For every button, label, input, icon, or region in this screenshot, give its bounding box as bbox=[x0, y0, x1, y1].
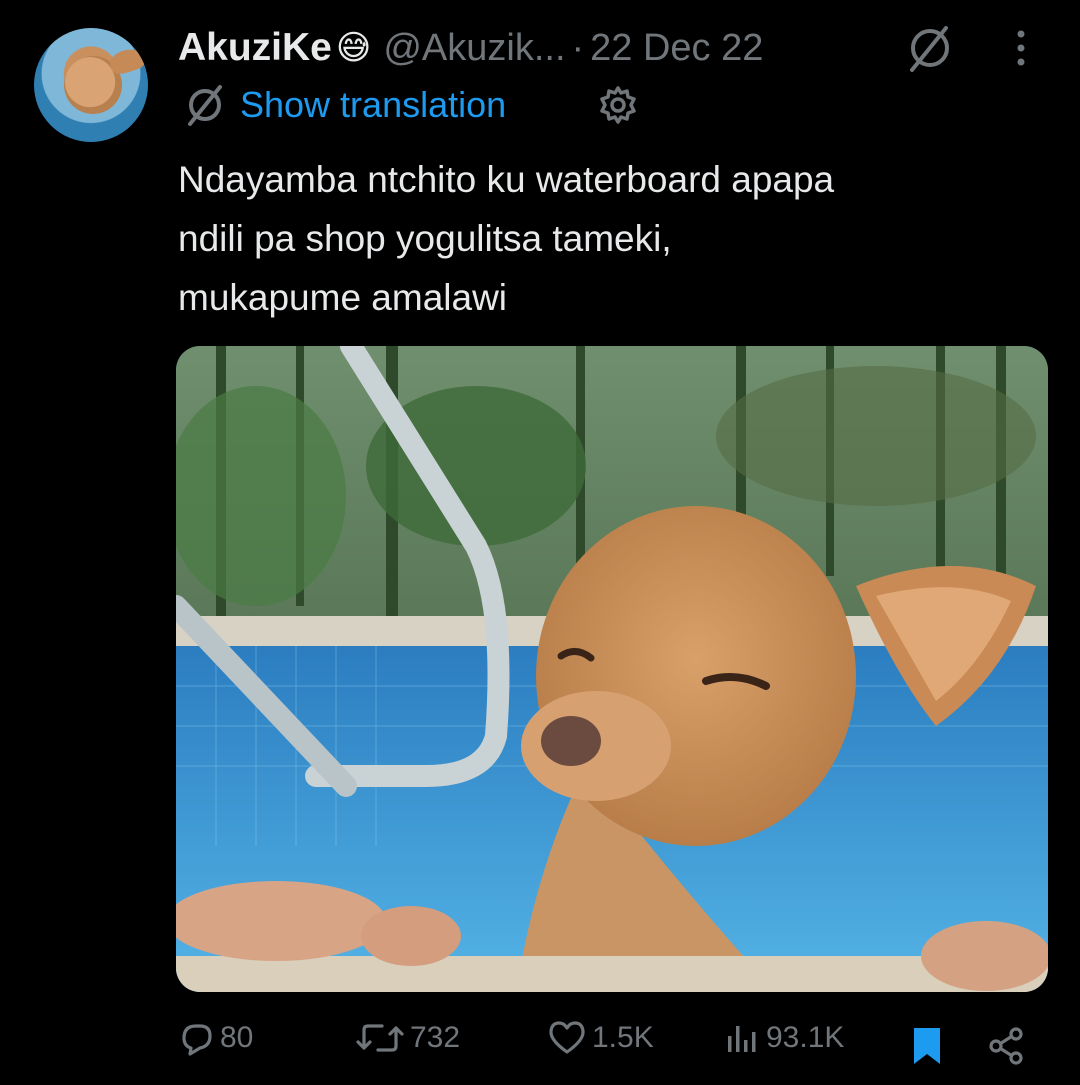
reply-button[interactable]: 80 bbox=[176, 1018, 253, 1058]
translation-row: Show translation bbox=[182, 82, 506, 128]
timestamp[interactable]: 22 Dec 22 bbox=[590, 27, 763, 70]
views-button[interactable]: 93.1K bbox=[722, 1018, 844, 1058]
like-count: 1.5K bbox=[592, 1021, 654, 1054]
like-button[interactable]: 1.5K bbox=[546, 1018, 654, 1058]
tweet-media[interactable] bbox=[176, 346, 1048, 992]
share-icon[interactable] bbox=[986, 1026, 1026, 1066]
views-count: 93.1K bbox=[766, 1021, 845, 1054]
heart-icon bbox=[549, 1021, 585, 1054]
show-translation-link[interactable]: Show translation bbox=[240, 84, 506, 126]
tweet-text: Ndayamba ntchito ku waterboard apapa ndi… bbox=[178, 150, 1058, 327]
tweet-text-line: ndili pa shop yogulitsa tameki, bbox=[178, 218, 672, 259]
tweet-text-line: Ndayamba ntchito ku waterboard apapa bbox=[178, 159, 835, 200]
reply-icon bbox=[182, 1024, 212, 1056]
tweet-actions: 80 732 1.5K 93.1K bbox=[0, 1010, 1080, 1070]
handle[interactable]: @Akuzik... bbox=[383, 27, 565, 70]
display-name[interactable]: AkuziKe bbox=[178, 26, 332, 70]
bookmark-icon[interactable] bbox=[910, 1026, 944, 1066]
avatar[interactable] bbox=[34, 28, 148, 142]
avatar-ear bbox=[107, 45, 147, 77]
more-icon[interactable] bbox=[1008, 28, 1034, 68]
tweet-header: AkuziKe 😅 @Akuzik... · 22 Dec 22 bbox=[178, 20, 763, 76]
retweet-count: 732 bbox=[410, 1021, 461, 1054]
name-emoji: 😅 bbox=[335, 29, 372, 67]
retweet-button[interactable]: 732 bbox=[354, 1018, 460, 1058]
views-icon bbox=[728, 1026, 756, 1052]
translate-icon bbox=[188, 85, 222, 126]
grok-icon[interactable] bbox=[904, 22, 956, 74]
reply-count: 80 bbox=[220, 1021, 254, 1054]
media-photo bbox=[176, 346, 1048, 992]
separator: · bbox=[571, 26, 585, 69]
retweet-icon bbox=[356, 1024, 404, 1052]
tweet-text-line: mukapume amalawi bbox=[178, 277, 508, 318]
gear-icon[interactable] bbox=[598, 85, 638, 125]
